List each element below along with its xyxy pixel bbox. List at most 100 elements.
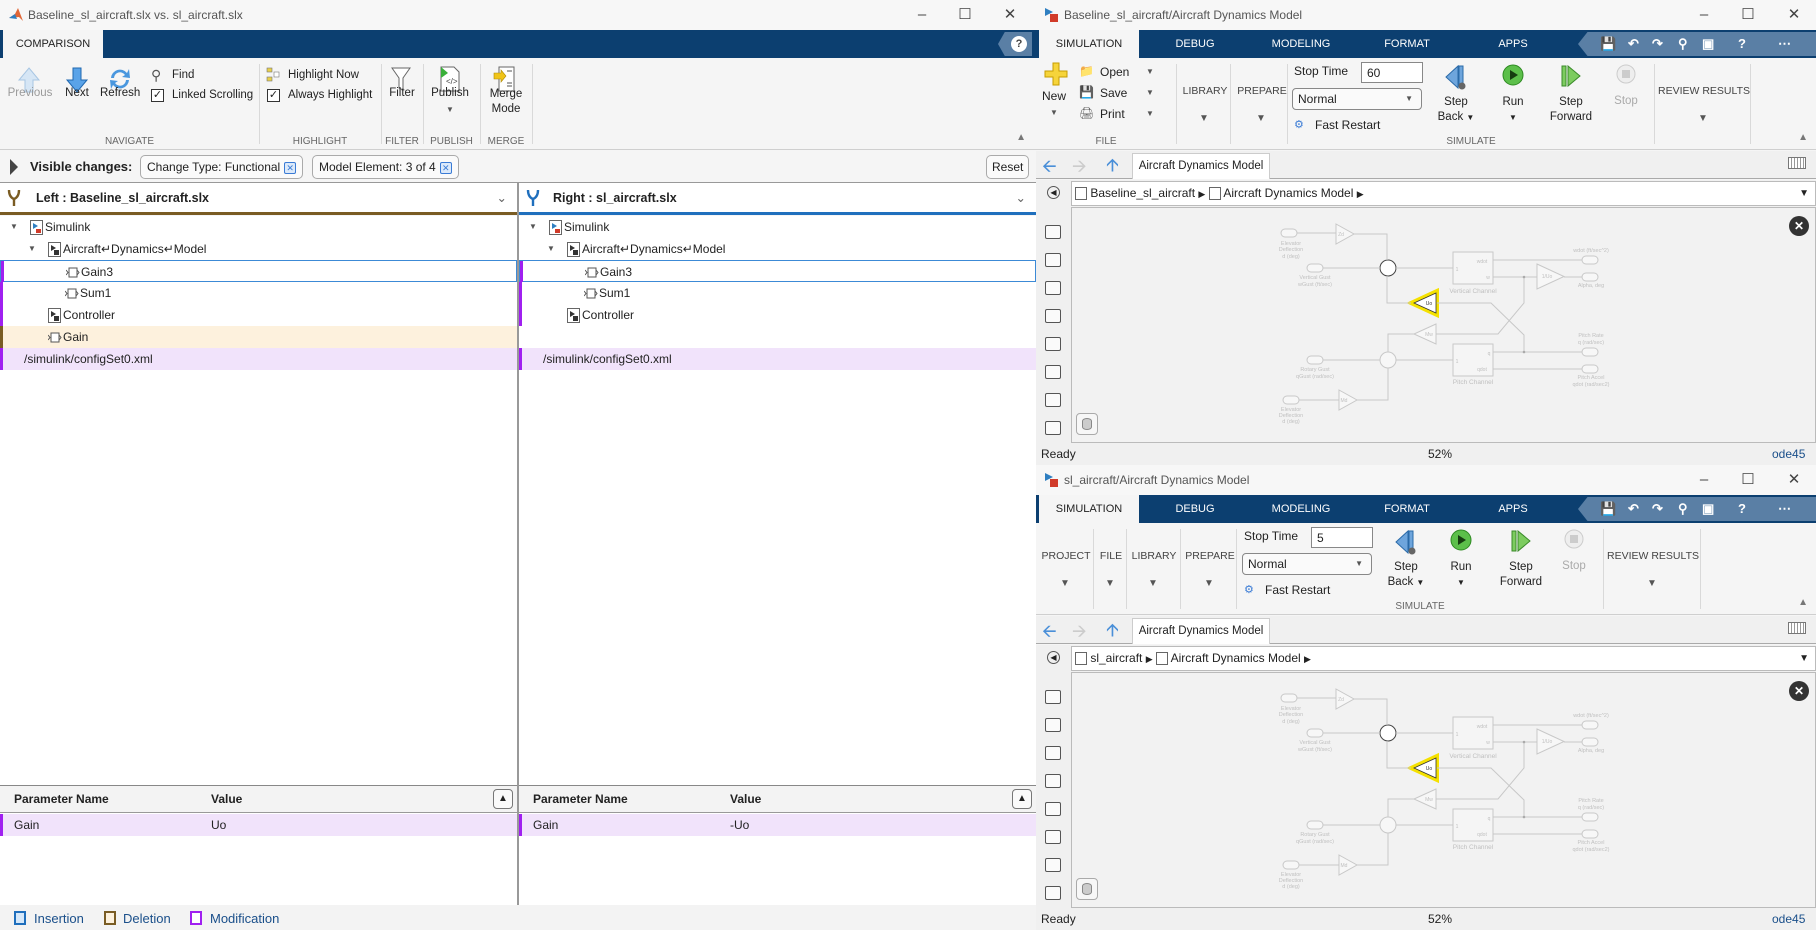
library-icon[interactable]: ▣	[1702, 36, 1714, 52]
breadcrumb-subsystem[interactable]: Aircraft Dynamics Model	[1223, 186, 1353, 200]
table-row[interactable]: Gain -Uo	[519, 814, 1036, 836]
inport-rotary-gust[interactable]	[1306, 820, 1324, 830]
property-inspector-icon[interactable]	[1045, 421, 1061, 435]
help-icon[interactable]: ?	[1738, 501, 1746, 516]
tab-4[interactable]: APPS	[1463, 30, 1563, 58]
tree-row[interactable]: Controller	[519, 304, 1036, 326]
tree-row[interactable]: Sum1	[519, 282, 1036, 304]
linked-scrolling-checkbox[interactable]: ✓	[151, 89, 164, 102]
reset-button[interactable]: Reset	[986, 155, 1030, 179]
simulation-mode-dropdown[interactable]: Normal ▼	[1242, 553, 1372, 575]
tab-aircraft-dynamics-model[interactable]: Aircraft Dynamics Model	[1132, 153, 1270, 179]
outport-alpha[interactable]	[1581, 737, 1599, 747]
outport-pitch-rate[interactable]	[1581, 347, 1599, 357]
more-icon[interactable]: ⋯	[1778, 501, 1791, 517]
tree-row[interactable]: Sum1	[0, 282, 517, 304]
filter-chip-change-type[interactable]: Change Type: Functional ✕	[140, 155, 304, 179]
expand-arrow-icon[interactable]: ▼	[10, 216, 18, 238]
tree-row[interactable]: ▼ Simulink	[519, 216, 1036, 238]
tab-aircraft-dynamics-model[interactable]: Aircraft Dynamics Model	[1132, 618, 1270, 644]
outport-wdot[interactable]	[1581, 255, 1599, 265]
subsystem-pitch-channel[interactable]	[1452, 808, 1494, 842]
hide-explorer-icon[interactable]: ◀	[1047, 651, 1060, 664]
filter-chip-model-element[interactable]: Model Element: 3 of 4 ✕	[312, 155, 459, 179]
outport-pitch-rate[interactable]	[1581, 812, 1599, 822]
search-icon[interactable]: ⚲	[1678, 501, 1688, 517]
expand-filter-icon[interactable]	[10, 159, 18, 175]
up-arrow-icon[interactable]: 🡩	[1106, 153, 1119, 183]
sum-block[interactable]	[1379, 351, 1397, 369]
left-header-dropdown[interactable]: ⌄	[497, 190, 507, 205]
zoom-icon[interactable]	[1045, 690, 1061, 704]
outport-wdot[interactable]	[1581, 720, 1599, 730]
step-forward-button[interactable]: Step Forward	[1541, 95, 1601, 125]
open-button[interactable]: Open	[1100, 65, 1129, 79]
tab-2[interactable]: MODELING	[1251, 495, 1351, 523]
collapse-table-button[interactable]: ▲	[493, 789, 513, 809]
tree-row[interactable]	[519, 326, 1036, 348]
inport-elevator-deflection[interactable]	[1280, 693, 1298, 703]
remove-chip-icon[interactable]: ✕	[439, 162, 452, 174]
breadcrumb-dropdown-icon[interactable]: ▼	[1799, 647, 1809, 670]
solver-name[interactable]: ode45	[1772, 908, 1805, 930]
library-dropdown-icon[interactable]: ▼	[1199, 113, 1209, 124]
tab-comparison[interactable]: COMPARISON	[3, 30, 103, 58]
table-row[interactable]: Gain Uo	[0, 814, 517, 836]
step-forward-button[interactable]: Step Forward	[1491, 560, 1551, 590]
outport-pitch-accel[interactable]	[1581, 829, 1599, 839]
right-header-dropdown[interactable]: ⌄	[1016, 190, 1026, 205]
area-icon[interactable]	[1045, 830, 1061, 844]
new-button[interactable]: New	[1042, 89, 1066, 103]
annotation-icon[interactable]	[1045, 309, 1061, 323]
tab-0[interactable]: SIMULATION	[1039, 495, 1139, 523]
collapse-table-button[interactable]: ▲	[1012, 789, 1032, 809]
tab-0[interactable]: SIMULATION	[1039, 30, 1139, 58]
step-back-button[interactable]: Step Back ▼	[1431, 95, 1481, 125]
always-highlight-checkbox[interactable]: ✓	[267, 89, 280, 102]
prepare-dropdown-icon[interactable]: ▼	[1256, 113, 1266, 124]
undo-icon[interactable]: ↶	[1628, 36, 1639, 52]
save-icon[interactable]: 💾	[1600, 501, 1616, 517]
inport-vertical-gust[interactable]	[1306, 728, 1324, 738]
inport-elevator-deflection[interactable]	[1280, 228, 1298, 238]
collapse-ribbon-icon[interactable]: ▲	[1798, 597, 1808, 608]
tab-3[interactable]: FORMAT	[1357, 30, 1457, 58]
tab-2[interactable]: MODELING	[1251, 30, 1351, 58]
help-button[interactable]: ?	[998, 32, 1032, 56]
save-icon[interactable]: 💾	[1600, 36, 1616, 52]
fit-view-icon[interactable]	[1045, 718, 1061, 732]
annotation-icon[interactable]	[1045, 774, 1061, 788]
breadcrumb-model[interactable]: Baseline_sl_aircraft	[1090, 186, 1195, 200]
area-icon[interactable]	[1045, 365, 1061, 379]
expand-arrow-icon[interactable]: ▼	[28, 238, 36, 260]
project-dropdown-icon[interactable]: ▼	[1060, 578, 1070, 589]
fit-view-icon[interactable]	[1045, 253, 1061, 267]
tree-row[interactable]: ▼ Simulink	[0, 216, 517, 238]
step-back-button[interactable]: Step Back ▼	[1381, 560, 1431, 590]
publish-dropdown-icon[interactable]: ▼	[446, 105, 454, 114]
model-data-icon[interactable]	[1076, 878, 1098, 900]
close-button[interactable]: ✕	[1000, 5, 1020, 25]
find-button[interactable]: Find	[172, 69, 194, 81]
prepare-dropdown-icon[interactable]: ▼	[1204, 578, 1214, 589]
tree-row[interactable]: Gain3	[0, 260, 517, 283]
breadcrumb-model[interactable]: sl_aircraft	[1090, 651, 1142, 665]
model-canvas[interactable]: Elevator Deflection d (deg) Vertical Gust wG…	[1071, 207, 1816, 443]
zoom-icon[interactable]	[1045, 225, 1061, 239]
library-dropdown-icon[interactable]: ▼	[1148, 578, 1158, 589]
library-icon[interactable]: ▣	[1702, 501, 1714, 517]
outport-alpha[interactable]	[1581, 272, 1599, 282]
sum-block[interactable]	[1379, 724, 1397, 742]
review-button[interactable]: REVIEW RESULTS	[1603, 550, 1703, 562]
expand-arrow-icon[interactable]: ▼	[529, 216, 537, 238]
model-canvas[interactable]: Elevator Deflection d (deg) Vertical Gust wG…	[1071, 672, 1816, 908]
close-button[interactable]: ✕	[1784, 470, 1804, 490]
remove-chip-icon[interactable]: ✕	[284, 162, 297, 174]
tree-row[interactable]: ▼ Aircraft↵Dynamics↵Model	[519, 238, 1036, 260]
stop-time-input[interactable]: 60	[1361, 62, 1423, 83]
tree-row[interactable]: ▼ Aircraft↵Dynamics↵Model	[0, 238, 517, 260]
stop-button[interactable]: Stop	[1606, 95, 1646, 107]
sum-block[interactable]	[1379, 816, 1397, 834]
subsystem-pitch-channel[interactable]	[1452, 343, 1494, 377]
merge-mode-button[interactable]: Merge Mode	[482, 87, 530, 117]
